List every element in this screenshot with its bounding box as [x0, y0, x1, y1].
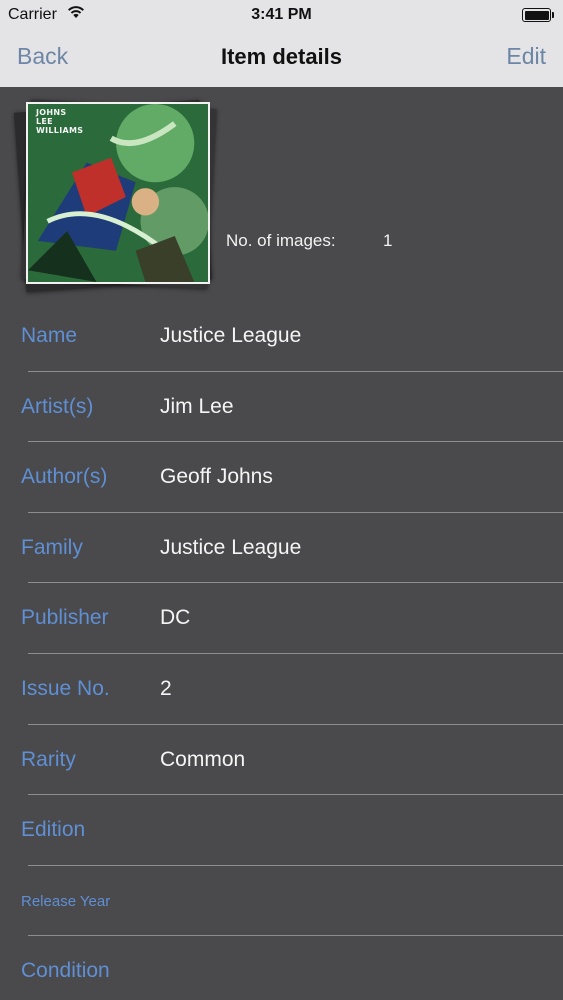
clock: 3:41 PM	[251, 6, 312, 23]
images-count-label: No. of images:	[226, 231, 336, 250]
field-row-publisher[interactable]: Publisher DC	[0, 583, 563, 654]
field-value: DC	[160, 606, 191, 630]
comic-cover-image: JOHNS LEE WILLIAMS	[26, 102, 210, 284]
item-fields-list: Name Justice League Artist(s) Jim Lee Au…	[0, 301, 563, 1000]
field-value: 2	[160, 676, 172, 700]
field-label: Publisher	[21, 606, 109, 630]
navigation-bar: Back Item details Edit	[0, 30, 563, 87]
field-label: Family	[21, 535, 83, 559]
cover-credit-text: WILLIAMS	[36, 126, 84, 135]
field-label: Condition	[21, 959, 110, 983]
cover-credit-text: JOHNS	[36, 108, 67, 117]
edit-button[interactable]: Edit	[506, 43, 546, 70]
field-row-name[interactable]: Name Justice League	[0, 301, 563, 372]
field-row-authors[interactable]: Author(s) Geoff Johns	[0, 442, 563, 513]
images-count: No. of images: 1	[226, 231, 392, 251]
field-label: Author(s)	[21, 465, 108, 489]
field-row-condition[interactable]: Condition	[0, 936, 563, 1000]
cover-credits: JOHNS LEE WILLIAMS	[36, 108, 83, 135]
cover-image-stack[interactable]: JOHNS LEE WILLIAMS	[13, 96, 226, 293]
field-label: Edition	[21, 818, 86, 842]
cover-credit-text: LEE	[36, 117, 53, 126]
page-title: Item details	[220, 44, 343, 69]
field-row-edition[interactable]: Edition	[0, 795, 563, 866]
field-value: Justice League	[160, 324, 302, 347]
item-details-screen: Carrier 3:41 PM Back Item details Edit J…	[0, 0, 563, 1000]
field-row-release-year[interactable]: Release Year	[0, 866, 563, 937]
battery-icon	[522, 8, 554, 22]
field-label: Release Year	[21, 892, 111, 910]
images-count-value: 1	[383, 231, 393, 250]
field-label: Name	[21, 324, 78, 347]
field-row-issue-no[interactable]: Issue No. 2	[0, 654, 563, 725]
field-value: Geoff Johns	[160, 465, 273, 489]
field-label: Issue No.	[21, 676, 110, 700]
field-value: Justice League	[160, 535, 302, 559]
field-value: Jim Lee	[160, 394, 234, 418]
field-row-rarity[interactable]: Rarity Common	[0, 725, 563, 796]
field-row-artists[interactable]: Artist(s) Jim Lee	[0, 372, 563, 443]
field-value: Common	[160, 747, 246, 771]
field-label: Rarity	[21, 747, 76, 771]
field-row-family[interactable]: Family Justice League	[0, 513, 563, 584]
status-bar: Carrier 3:41 PM	[0, 0, 563, 30]
field-label: Artist(s)	[21, 394, 94, 418]
